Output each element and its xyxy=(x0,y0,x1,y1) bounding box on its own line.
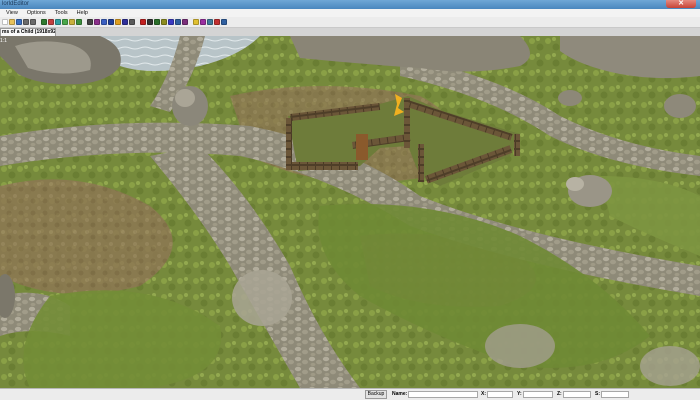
menu-tools[interactable]: Tools xyxy=(55,10,68,16)
region-icon[interactable] xyxy=(154,19,160,25)
y-field[interactable] xyxy=(523,391,553,398)
name-field[interactable] xyxy=(408,391,478,398)
menu-options[interactable]: Options xyxy=(27,10,46,16)
waypoint-icon[interactable] xyxy=(168,19,174,25)
scene-render xyxy=(0,36,700,388)
menu-help[interactable]: Help xyxy=(77,10,88,16)
z-field[interactable] xyxy=(563,391,591,398)
pencil-icon[interactable] xyxy=(129,19,135,25)
curve-icon[interactable] xyxy=(175,19,181,25)
sound-icon[interactable] xyxy=(182,19,188,25)
new-file-icon[interactable] xyxy=(2,19,8,25)
s-field[interactable] xyxy=(601,391,629,398)
camera-icon[interactable] xyxy=(87,19,93,25)
backup-button[interactable]: Backup xyxy=(365,390,387,399)
warning-icon[interactable] xyxy=(214,19,220,25)
open-folder-icon[interactable] xyxy=(9,19,15,25)
actor-icon[interactable] xyxy=(200,19,206,25)
weather-icon[interactable] xyxy=(161,19,167,25)
redo-icon[interactable] xyxy=(30,19,36,25)
paint-icon[interactable] xyxy=(69,19,75,25)
x-label: X: xyxy=(481,391,486,397)
object-icon[interactable] xyxy=(55,19,61,25)
undo-icon[interactable] xyxy=(23,19,29,25)
flag-icon[interactable] xyxy=(140,19,146,25)
menu-bar: View Options Tools Help xyxy=(0,9,700,17)
x-field[interactable] xyxy=(487,391,513,398)
ai-icon[interactable] xyxy=(108,19,114,25)
lightning-icon[interactable] xyxy=(115,19,121,25)
s-label: S: xyxy=(595,391,600,397)
light-icon[interactable] xyxy=(193,19,199,25)
image-icon[interactable] xyxy=(76,19,82,25)
scene-viewport[interactable] xyxy=(0,36,700,388)
tab-scene[interactable]: ms of a Child (1918x927) xyxy=(0,28,56,36)
settings-icon[interactable] xyxy=(207,19,213,25)
help-icon[interactable] xyxy=(221,19,227,25)
terrain-icon[interactable] xyxy=(62,19,68,25)
title-bar: lorldEditor ✕ xyxy=(0,0,700,9)
film-icon[interactable] xyxy=(147,19,153,25)
save-icon[interactable] xyxy=(16,19,22,25)
menu-view[interactable]: View xyxy=(6,10,18,16)
tab-bar: ms of a Child (1918x927) xyxy=(0,28,700,36)
status-bar: Backup Name: X: Y: Z: S: xyxy=(0,388,700,400)
y-label: Y: xyxy=(517,391,522,397)
select-arrow-icon[interactable] xyxy=(41,19,47,25)
script-icon[interactable] xyxy=(101,19,107,25)
viewport-scale-label: 1:1 xyxy=(0,38,7,44)
transform-icon[interactable] xyxy=(48,19,54,25)
landmark-icon[interactable] xyxy=(94,19,100,25)
toolbar xyxy=(0,17,700,28)
name-label: Name: xyxy=(392,391,408,397)
window-title: lorldEditor xyxy=(2,1,30,7)
close-button[interactable]: ✕ xyxy=(666,0,696,8)
chart-icon[interactable] xyxy=(122,19,128,25)
z-label: Z: xyxy=(557,391,562,397)
